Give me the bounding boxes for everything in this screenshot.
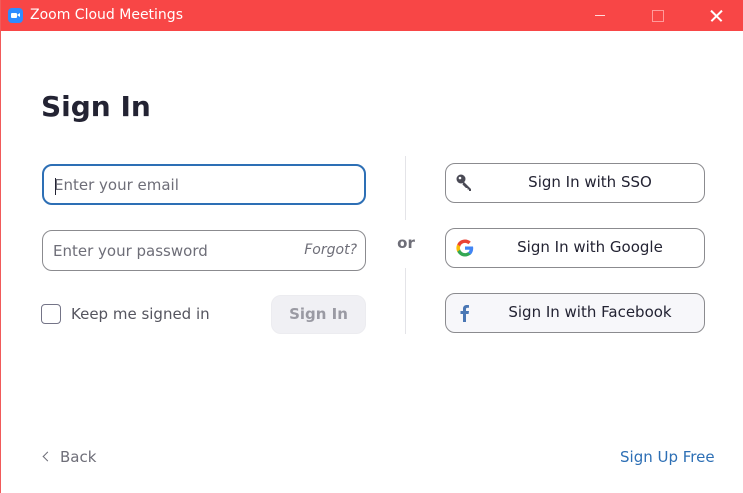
minimize-button[interactable] <box>577 0 623 31</box>
forgot-password-link[interactable]: Forgot? <box>304 242 357 258</box>
sign-in-button[interactable]: Sign In <box>271 295 366 334</box>
password-field[interactable]: Forgot? <box>42 230 366 271</box>
key-icon <box>456 174 471 191</box>
or-separator: or <box>397 234 415 252</box>
facebook-label: Sign In with Facebook <box>508 303 672 321</box>
keep-signed-in-checkbox[interactable] <box>41 304 61 324</box>
divider-bottom <box>405 268 406 334</box>
sign-in-window: Zoom Cloud Meetings Sign In Forgot? Keep… <box>0 0 743 493</box>
back-link[interactable]: Back <box>41 448 96 466</box>
sign-in-google-button[interactable]: Sign In with Google <box>445 228 705 268</box>
facebook-icon <box>460 305 469 322</box>
sign-in-sso-button[interactable]: Sign In with SSO <box>445 163 705 203</box>
sign-in-facebook-button[interactable]: Sign In with Facebook <box>445 293 705 333</box>
keep-signed-in-label[interactable]: Keep me signed in <box>71 305 210 323</box>
maximize-button[interactable] <box>634 0 680 31</box>
divider-top <box>405 156 406 220</box>
title-bar[interactable]: Zoom Cloud Meetings <box>1 0 743 31</box>
google-icon <box>456 239 474 257</box>
google-label: Sign In with Google <box>517 238 663 256</box>
password-input[interactable] <box>53 231 303 270</box>
page-title: Sign In <box>41 90 151 123</box>
text-caret <box>55 178 56 195</box>
sign-up-free-link[interactable]: Sign Up Free <box>620 448 715 466</box>
sso-label: Sign In with SSO <box>528 173 652 191</box>
email-field[interactable] <box>42 164 366 205</box>
chevron-left-icon <box>42 451 53 462</box>
window-title: Zoom Cloud Meetings <box>30 7 183 23</box>
back-label: Back <box>60 448 97 466</box>
email-input[interactable] <box>54 166 304 203</box>
zoom-app-icon <box>8 8 23 23</box>
close-button[interactable] <box>693 0 739 31</box>
